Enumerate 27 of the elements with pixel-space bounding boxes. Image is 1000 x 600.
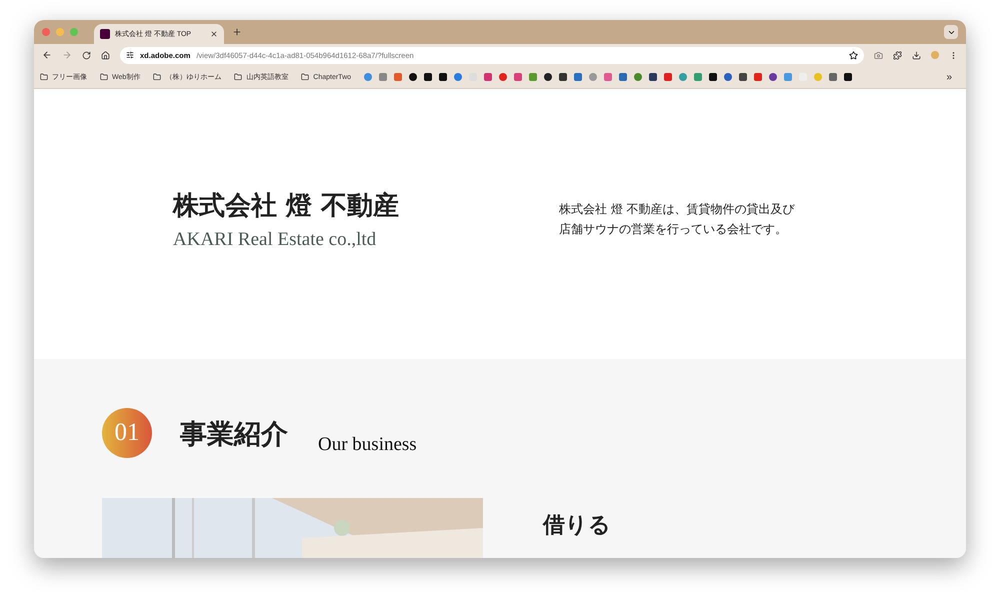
- folder-icon: [301, 73, 310, 81]
- folder-icon: [234, 73, 242, 81]
- new-tab-icon[interactable]: [232, 27, 242, 37]
- reload-icon[interactable]: [82, 50, 91, 60]
- site-settings-icon[interactable]: [126, 51, 134, 59]
- section-subtitle: Our business: [318, 434, 417, 456]
- bookmarks-overflow[interactable]: »: [946, 72, 960, 82]
- forward-icon[interactable]: [62, 50, 72, 60]
- download-icon[interactable]: [912, 50, 921, 60]
- camera-icon[interactable]: [874, 50, 883, 60]
- folder-icon: [100, 73, 108, 81]
- extensions-icon[interactable]: [893, 50, 902, 60]
- tab-menu-button[interactable]: [944, 25, 958, 39]
- company-description: 店舗サウナの営業を行っている会社です。: [559, 221, 788, 238]
- service-title: 借りる: [543, 511, 611, 540]
- back-icon[interactable]: [42, 50, 52, 60]
- home-icon[interactable]: [101, 50, 110, 60]
- close-icon[interactable]: [210, 30, 218, 38]
- section-number-badge: 01: [102, 408, 152, 458]
- section-title: 事業紹介: [180, 418, 288, 452]
- app-icon: [100, 29, 110, 39]
- star-icon[interactable]: [849, 50, 858, 60]
- folder-icon: [40, 73, 48, 81]
- company-name: 株式会社 燈 不動産: [173, 190, 400, 222]
- company-description: 株式会社 燈 不動産は、賃貸物件の貸出及び: [559, 201, 795, 218]
- company-subtitle: AKARI Real Estate co.,ltd: [173, 228, 378, 250]
- folder-icon: [153, 73, 162, 81]
